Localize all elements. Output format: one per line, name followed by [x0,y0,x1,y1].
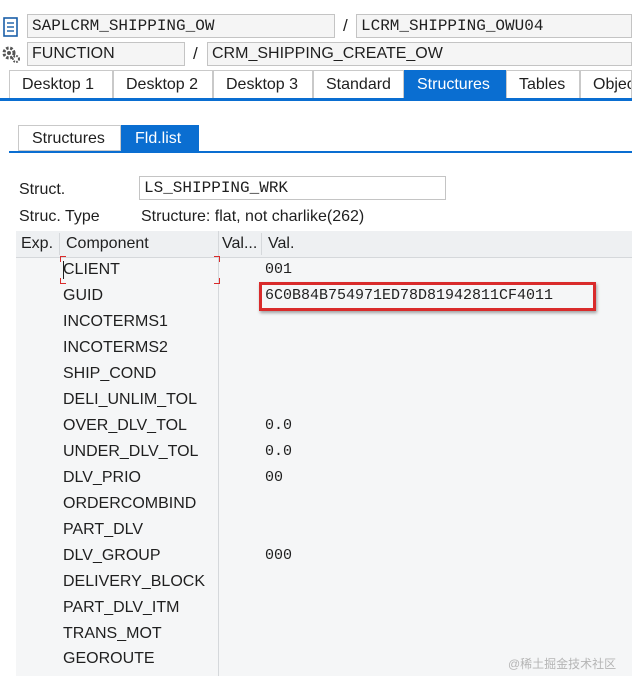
value-cell[interactable]: 6C0B84B754971ED78D81942811CF4011 [265,283,553,309]
event-name-field[interactable]: CRM_SHIPPING_CREATE_OW [207,42,632,66]
struct-input[interactable]: LS_SHIPPING_WRK [139,176,446,200]
tab-desktop-2[interactable]: Desktop 2 [113,70,213,98]
column-header-valtype[interactable]: Val... [222,234,257,254]
value-cell[interactable]: 001 [265,257,292,283]
subtab-fld-list[interactable]: Fld.list [121,125,199,151]
document-icon [2,16,20,38]
subtab-underline [9,151,632,153]
component-cell[interactable]: PART_DLV_ITM [63,595,179,621]
component-cell[interactable]: PART_DLV [63,517,143,543]
component-cell[interactable]: INCOTERMS2 [63,335,168,361]
struct-label: Struct. [19,181,66,198]
tab-structures[interactable]: Structures [404,70,506,98]
subtab-structures[interactable]: Structures [18,125,121,151]
component-cell[interactable]: DLV_PRIO [63,465,141,491]
component-cell[interactable]: OVER_DLV_TOL [63,413,187,439]
value-cell[interactable]: 00 [265,465,283,491]
tab-objects[interactable]: Objec [580,70,632,98]
watermark: @稀土掘金技术社区 [508,657,617,671]
header-divider [59,233,60,255]
struct-type-label: Struc. Type [19,208,100,225]
header-divider [261,233,262,255]
tab-standard[interactable]: Standard [313,70,404,98]
tab-desktop-1[interactable]: Desktop 1 [9,70,113,98]
value-cell[interactable]: 0.0 [265,439,292,465]
include-field[interactable]: LCRM_SHIPPING_OWU04 [356,14,632,38]
component-cell[interactable]: UNDER_DLV_TOL [63,439,198,465]
value-cell[interactable]: 000 [265,543,292,569]
column-divider [218,231,219,676]
column-header-component[interactable]: Component [66,234,149,254]
component-cell[interactable]: INCOTERMS1 [63,309,168,335]
component-cell[interactable]: GUID [63,283,103,309]
component-cell[interactable]: DELIVERY_BLOCK [63,569,205,595]
struct-type-value: Structure: flat, not charlike(262) [141,208,365,225]
main-tabstrip: Desktop 1 Desktop 2 Desktop 3 Standard S… [0,70,632,101]
program-field[interactable]: SAPLCRM_SHIPPING_OW [27,14,335,38]
component-cell[interactable]: CLIENT [63,257,120,283]
component-cell[interactable]: ORDERCOMBIND [63,491,196,517]
component-cell[interactable]: GEOROUTE [63,646,155,672]
component-cell[interactable]: SHIP_COND [63,361,156,387]
gear-icon [1,44,21,64]
column-header-value[interactable]: Val. [268,234,294,254]
tab-desktop-3[interactable]: Desktop 3 [213,70,313,98]
separator: / [193,44,198,63]
component-cell[interactable]: DELI_UNLIM_TOL [63,387,197,413]
column-header-exp[interactable]: Exp. [21,234,53,254]
component-cell[interactable]: TRANS_MOT [63,621,162,647]
value-cell[interactable]: 0.0 [265,413,292,439]
event-type-field[interactable]: FUNCTION [27,42,185,66]
component-cell[interactable]: DLV_GROUP [63,543,161,569]
separator: / [343,16,348,35]
tab-tables[interactable]: Tables [506,70,580,98]
